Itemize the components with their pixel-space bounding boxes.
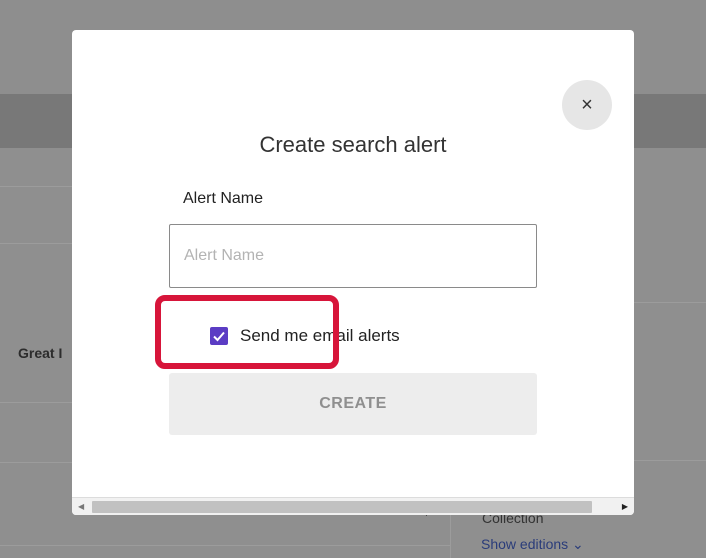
divider xyxy=(634,302,706,303)
background-item-title: Great I xyxy=(18,345,63,361)
close-icon: × xyxy=(581,93,593,116)
horizontal-scrollbar[interactable]: ◀ ▶ xyxy=(72,497,634,515)
scrollbar-thumb[interactable] xyxy=(92,501,592,513)
alert-name-label: Alert Name xyxy=(183,190,264,207)
create-search-alert-dialog: × Create search alert Alert Name Send me… xyxy=(72,30,634,515)
arrow-right-icon[interactable]: ▶ xyxy=(622,502,628,511)
divider xyxy=(634,460,706,461)
divider xyxy=(450,515,451,558)
email-alerts-label: Send me email alerts xyxy=(240,326,400,345)
divider xyxy=(0,462,72,463)
divider xyxy=(0,545,450,546)
alert-name-input[interactable] xyxy=(169,224,537,288)
arrow-left-icon[interactable]: ◀ xyxy=(78,502,84,511)
dialog-title: Create search alert xyxy=(259,132,447,157)
checkmark-icon xyxy=(213,331,225,342)
divider xyxy=(0,243,72,244)
divider xyxy=(0,186,72,187)
email-alerts-checkbox[interactable] xyxy=(210,327,228,345)
divider xyxy=(0,402,72,403)
email-alerts-option[interactable]: Send me email alerts xyxy=(210,326,400,346)
show-editions-link[interactable]: Show editions ⌄ xyxy=(481,536,584,553)
create-button[interactable]: CREATE xyxy=(169,373,537,435)
close-button[interactable]: × xyxy=(562,80,612,130)
